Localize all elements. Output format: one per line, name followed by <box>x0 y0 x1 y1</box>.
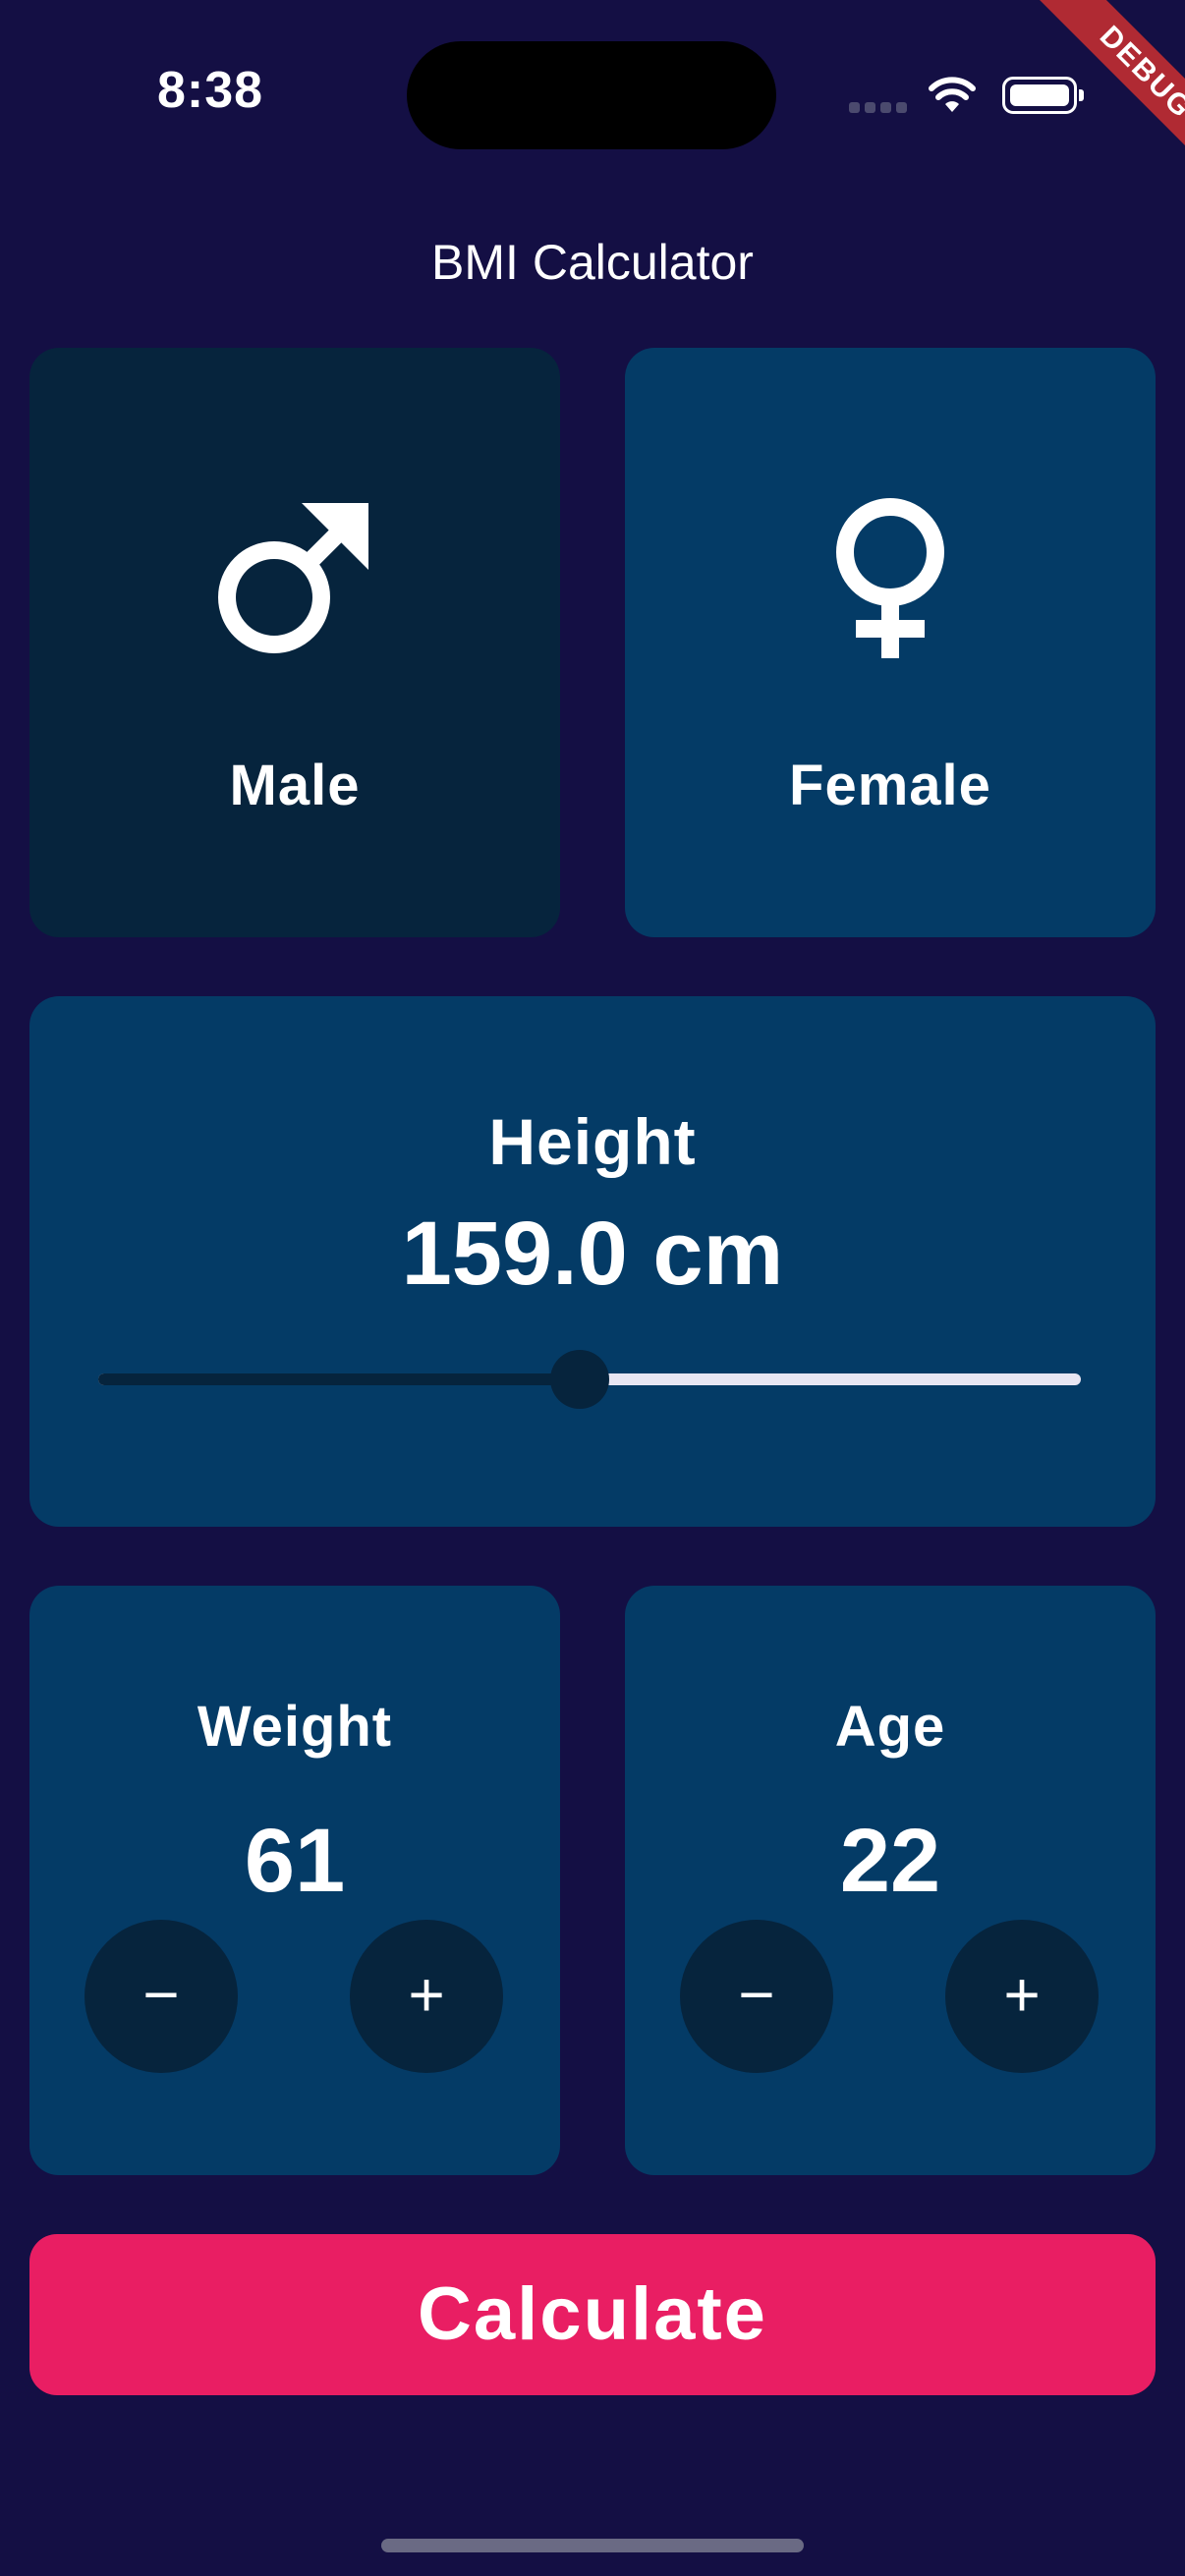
weight-decrement-button[interactable]: − <box>85 1920 238 2073</box>
age-increment-button[interactable]: + <box>945 1920 1099 2073</box>
slider-thumb[interactable] <box>550 1350 609 1409</box>
male-icon <box>29 493 560 665</box>
dynamic-island <box>407 41 776 149</box>
height-slider[interactable] <box>98 1350 1081 1409</box>
calculate-button[interactable]: Calculate <box>29 2234 1156 2395</box>
male-card[interactable]: Male <box>29 348 560 937</box>
height-card: Height 159.0 cm <box>29 996 1156 1527</box>
cellular-signal-icon <box>849 102 908 116</box>
age-decrement-button[interactable]: − <box>680 1920 833 2073</box>
male-label: Male <box>229 754 361 817</box>
wifi-icon <box>929 77 976 112</box>
female-card[interactable]: Female <box>625 348 1156 937</box>
female-label: Female <box>789 754 991 817</box>
weight-card: Weight 61 − + <box>29 1586 560 2175</box>
slider-active-track <box>98 1373 580 1385</box>
page-title: BMI Calculator <box>431 235 754 290</box>
age-label: Age <box>834 1695 946 1759</box>
age-card: Age 22 − + <box>625 1586 1156 2175</box>
height-label: Height <box>488 1105 697 1178</box>
female-icon <box>625 493 1156 675</box>
age-value: 22 <box>839 1811 941 1911</box>
weight-value: 61 <box>244 1811 346 1911</box>
weight-label: Weight <box>197 1695 393 1759</box>
status-time: 8:38 <box>157 62 264 119</box>
home-indicator[interactable] <box>381 2539 804 2552</box>
weight-increment-button[interactable]: + <box>350 1920 503 2073</box>
height-value: 159.0 cm <box>401 1204 784 1304</box>
battery-icon <box>1002 77 1084 114</box>
